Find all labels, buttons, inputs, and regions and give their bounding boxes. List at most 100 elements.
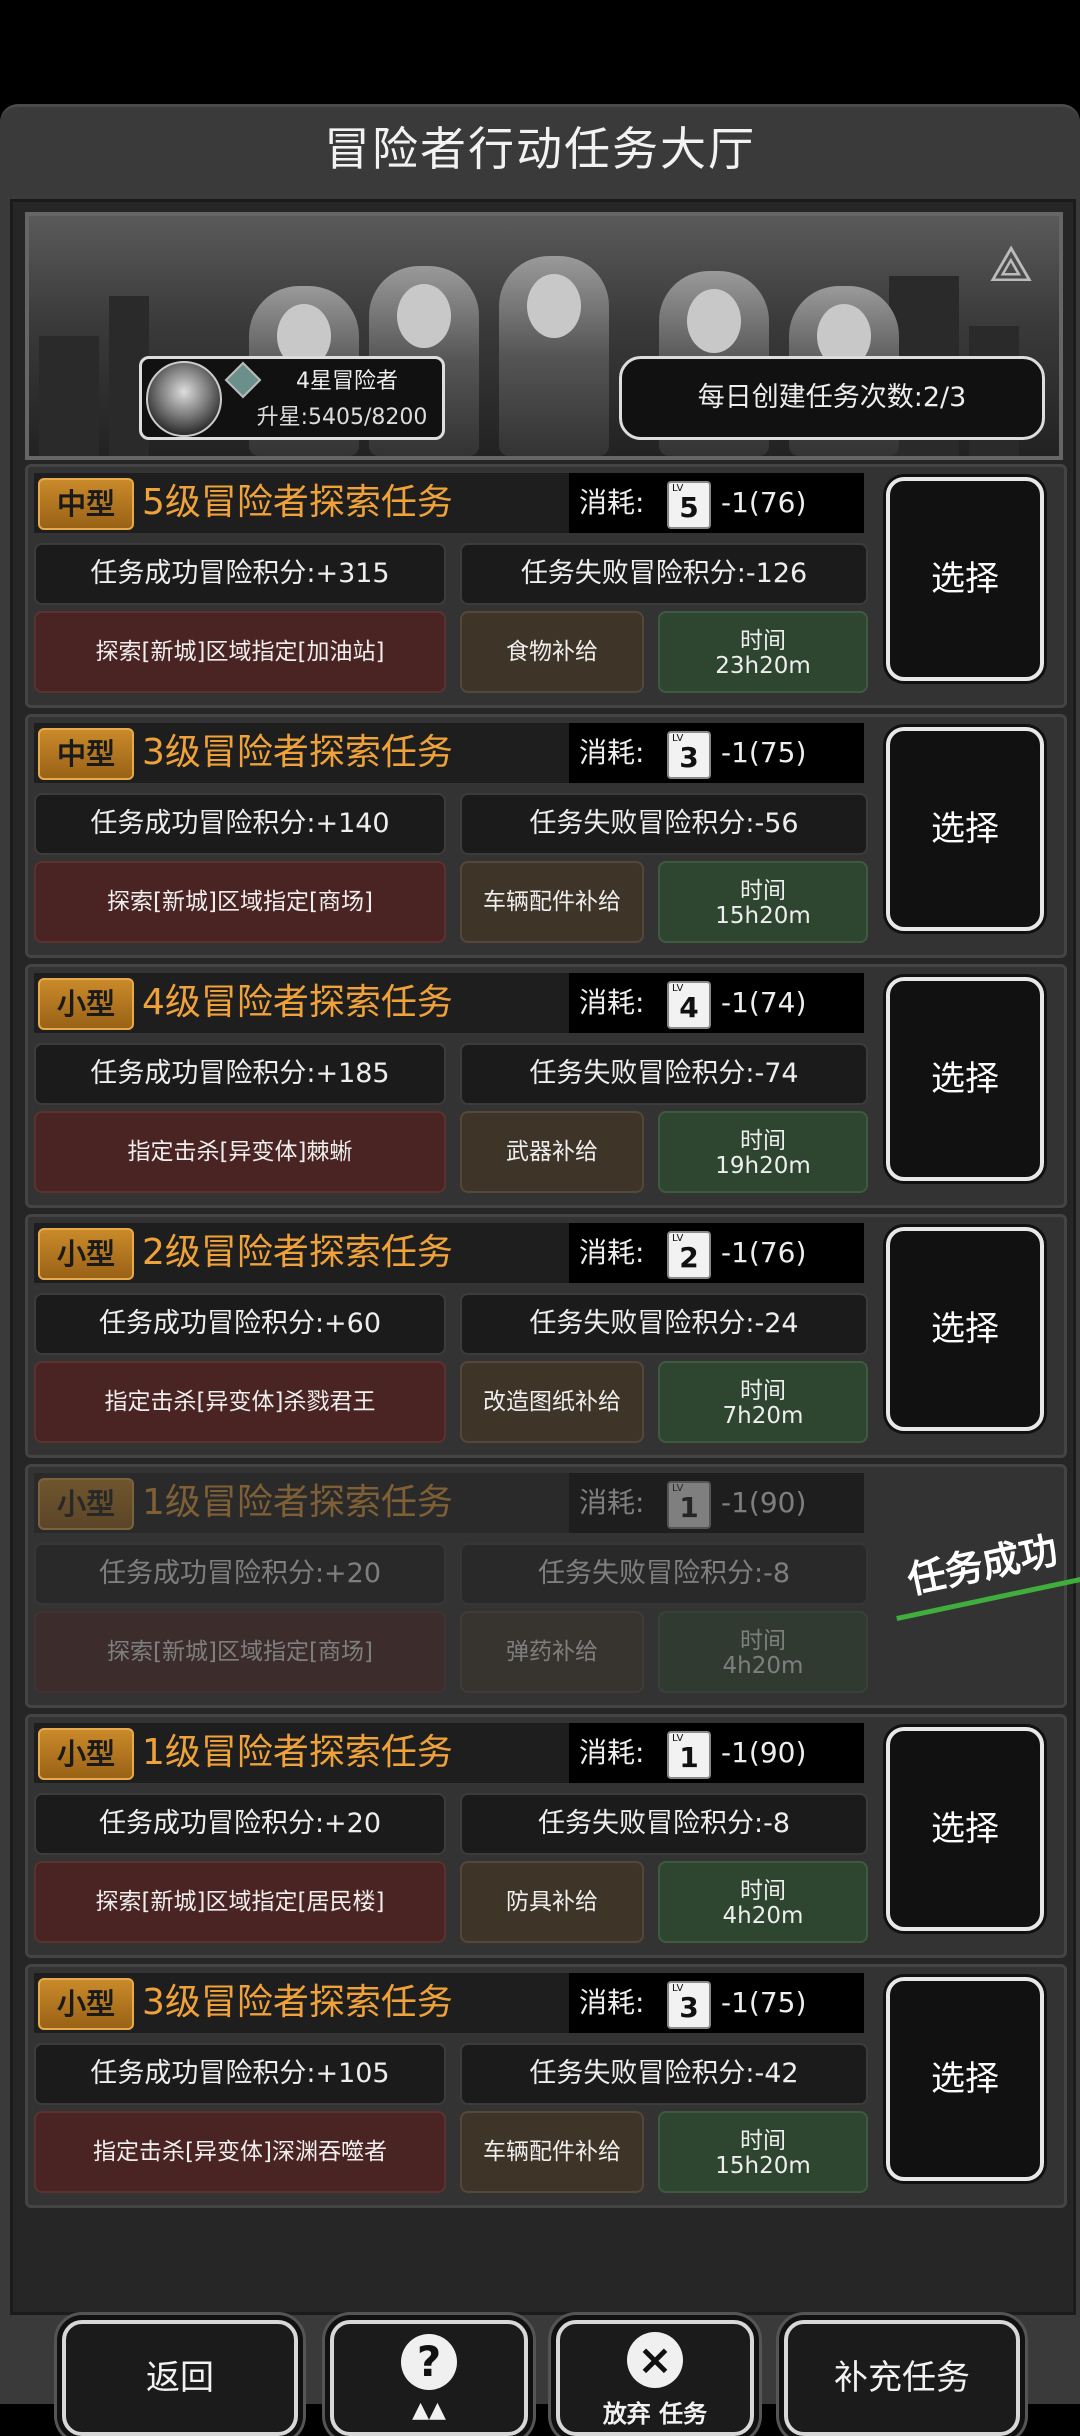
mission-supply: 武器补给 <box>460 1111 644 1193</box>
mission-name: 5级冒险者探索任务 <box>142 482 453 523</box>
cost-value: -1(90) <box>721 1736 807 1769</box>
back-button-label: 返回 <box>146 2358 214 2398</box>
mission-card[interactable]: 小型 1级冒险者探索任务 消耗: LV 1 -1(90) 任务成功冒险积分:+2… <box>25 1464 1080 1708</box>
mission-cost: 消耗: LV 1 -1(90) <box>569 1473 864 1533</box>
mission-size-tag: 中型 <box>38 478 134 530</box>
time-value: 7h20m <box>722 1403 804 1429</box>
mission-target: 探索[新城]区域指定[商场] <box>34 861 446 943</box>
mission-target: 指定击杀[异变体]深渊吞噬者 <box>34 2111 446 2193</box>
level-ticket-icon: LV 4 <box>667 981 711 1029</box>
time-label: 时间 <box>740 1878 786 1904</box>
cost-value: -1(90) <box>721 1486 807 1519</box>
level-ticket-number: 5 <box>679 491 699 524</box>
mission-supply: 防具补给 <box>460 1861 644 1943</box>
back-button[interactable]: 返回 <box>62 2320 298 2436</box>
mission-card[interactable]: 小型 4级冒险者探索任务 消耗: LV 4 -1(74) 任务成功冒险积分:+1… <box>25 964 1067 1208</box>
time-value: 4h20m <box>722 1653 804 1679</box>
cost-label: 消耗: <box>579 986 645 1019</box>
mission-header: 小型 3级冒险者探索任务 消耗: LV 3 -1(75) <box>34 1973 864 2033</box>
mission-cost: 消耗: LV 5 -1(76) <box>569 473 864 533</box>
select-button[interactable]: 选择 <box>886 727 1044 931</box>
mission-name: 1级冒险者探索任务 <box>142 1482 453 1523</box>
fail-penalty: 任务失败冒险积分:-8 <box>460 1793 868 1855</box>
mission-header: 小型 1级冒险者探索任务 消耗: LV 1 -1(90) <box>34 1723 864 1783</box>
fail-penalty: 任务失败冒险积分:-56 <box>460 793 868 855</box>
mission-supply: 车辆配件补给 <box>460 2111 644 2193</box>
mission-name: 3级冒险者探索任务 <box>142 732 453 773</box>
time-label: 时间 <box>740 2128 786 2154</box>
fail-penalty: 任务失败冒险积分:-8 <box>460 1543 868 1605</box>
level-ticket-number: 1 <box>679 1491 699 1524</box>
mission-size-tag: 小型 <box>38 1728 134 1780</box>
cost-value: -1(76) <box>721 486 807 519</box>
mission-time: 时间 23h20m <box>658 611 868 693</box>
upgrade-progress: 升星:5405/8200 <box>256 405 428 430</box>
help-button[interactable]: ? ▲▲ <box>330 2320 528 2436</box>
select-button[interactable]: 选择 <box>886 977 1044 1181</box>
success-reward: 任务成功冒险积分:+20 <box>34 1543 446 1605</box>
mission-size-tag: 小型 <box>38 978 134 1030</box>
mission-target: 指定击杀[异变体]棘蜥 <box>34 1111 446 1193</box>
mission-time: 时间 15h20m <box>658 2111 868 2193</box>
mission-hall-panel: 冒险者行动任务大厅 ⟁ 4星冒险者 升星:5405/8200 每日创建任务次数:… <box>0 104 1080 2436</box>
time-value: 23h20m <box>715 653 811 679</box>
mission-time: 时间 15h20m <box>658 861 868 943</box>
time-label: 时间 <box>740 878 786 904</box>
level-ticket-number: 2 <box>679 1241 699 1274</box>
time-value: 15h20m <box>715 903 811 929</box>
level-ticket-icon: LV 1 <box>667 1731 711 1779</box>
mission-time: 时间 4h20m <box>658 1611 868 1693</box>
cost-label: 消耗: <box>579 1236 645 1269</box>
bottom-action-bar: 返回 ? ▲▲ × 放弃 任务 补充任务 <box>0 2312 1080 2436</box>
level-ticket-icon: LV 3 <box>667 731 711 779</box>
abandon-mission-button[interactable]: × 放弃 任务 <box>556 2320 754 2436</box>
time-label: 时间 <box>740 1128 786 1154</box>
mission-target: 探索[新城]区域指定[加油站] <box>34 611 446 693</box>
mission-time: 时间 7h20m <box>658 1361 868 1443</box>
mission-card[interactable]: 小型 1级冒险者探索任务 消耗: LV 1 -1(90) 任务成功冒险积分:+2… <box>25 1714 1067 1958</box>
refill-mission-label: 补充任务 <box>834 2358 970 2398</box>
fail-penalty: 任务失败冒险积分:-24 <box>460 1293 868 1355</box>
mission-card[interactable]: 小型 2级冒险者探索任务 消耗: LV 2 -1(76) 任务成功冒险积分:+6… <box>25 1214 1067 1458</box>
mission-success-stamp: 任务成功 <box>882 1514 1080 1621</box>
select-button[interactable]: 选择 <box>886 1227 1044 1431</box>
mission-header: 小型 4级冒险者探索任务 消耗: LV 4 -1(74) <box>34 973 864 1033</box>
level-ticket-icon: LV 1 <box>667 1481 711 1529</box>
mission-name: 1级冒险者探索任务 <box>142 1732 453 1773</box>
mission-target: 指定击杀[异变体]杀戮君王 <box>34 1361 446 1443</box>
level-ticket-icon: LV 3 <box>667 1981 711 2029</box>
cost-label: 消耗: <box>579 1986 645 2019</box>
close-circle-icon: × <box>627 2332 683 2388</box>
cost-value: -1(75) <box>721 736 807 769</box>
mission-card[interactable]: 中型 3级冒险者探索任务 消耗: LV 3 -1(75) 任务成功冒险积分:+1… <box>25 714 1067 958</box>
success-reward: 任务成功冒险积分:+140 <box>34 793 446 855</box>
level-ticket-number: 1 <box>679 1741 699 1774</box>
cost-label: 消耗: <box>579 1736 645 1769</box>
mission-card[interactable]: 小型 3级冒险者探索任务 消耗: LV 3 -1(75) 任务成功冒险积分:+1… <box>25 1964 1067 2208</box>
player-rank-badge: 4星冒险者 升星:5405/8200 <box>139 356 445 440</box>
mission-card[interactable]: 中型 5级冒险者探索任务 消耗: LV 5 -1(76) 任务成功冒险积分:+3… <box>25 464 1067 708</box>
mission-size-tag: 小型 <box>38 1978 134 2030</box>
mission-time: 时间 4h20m <box>658 1861 868 1943</box>
select-button[interactable]: 选择 <box>886 1977 1044 2181</box>
mission-target: 探索[新城]区域指定[居民楼] <box>34 1861 446 1943</box>
time-label: 时间 <box>740 1378 786 1404</box>
fail-penalty: 任务失败冒险积分:-42 <box>460 2043 868 2105</box>
mission-header: 中型 3级冒险者探索任务 消耗: LV 3 -1(75) <box>34 723 864 783</box>
help-map-base: ▲▲ <box>412 2398 446 2423</box>
cost-value: -1(75) <box>721 1986 807 2019</box>
select-button[interactable]: 选择 <box>886 477 1044 681</box>
mission-size-tag: 小型 <box>38 1228 134 1280</box>
level-ticket-number: 4 <box>679 991 699 1024</box>
question-map-icon: ? <box>401 2334 457 2390</box>
level-ticket-icon: LV 5 <box>667 481 711 529</box>
select-button[interactable]: 选择 <box>886 1727 1044 1931</box>
fail-penalty: 任务失败冒险积分:-126 <box>460 543 868 605</box>
cost-value: -1(76) <box>721 1236 807 1269</box>
mission-list-area: ⟁ 4星冒险者 升星:5405/8200 每日创建任务次数:2/3 中型 5级冒… <box>10 199 1080 2315</box>
refill-mission-button[interactable]: 补充任务 <box>784 2320 1020 2436</box>
daily-create-count: 每日创建任务次数:2/3 <box>619 356 1045 440</box>
time-label: 时间 <box>740 1628 786 1654</box>
abandon-mission-label: 放弃 任务 <box>602 2400 708 2428</box>
mission-time: 时间 19h20m <box>658 1111 868 1193</box>
